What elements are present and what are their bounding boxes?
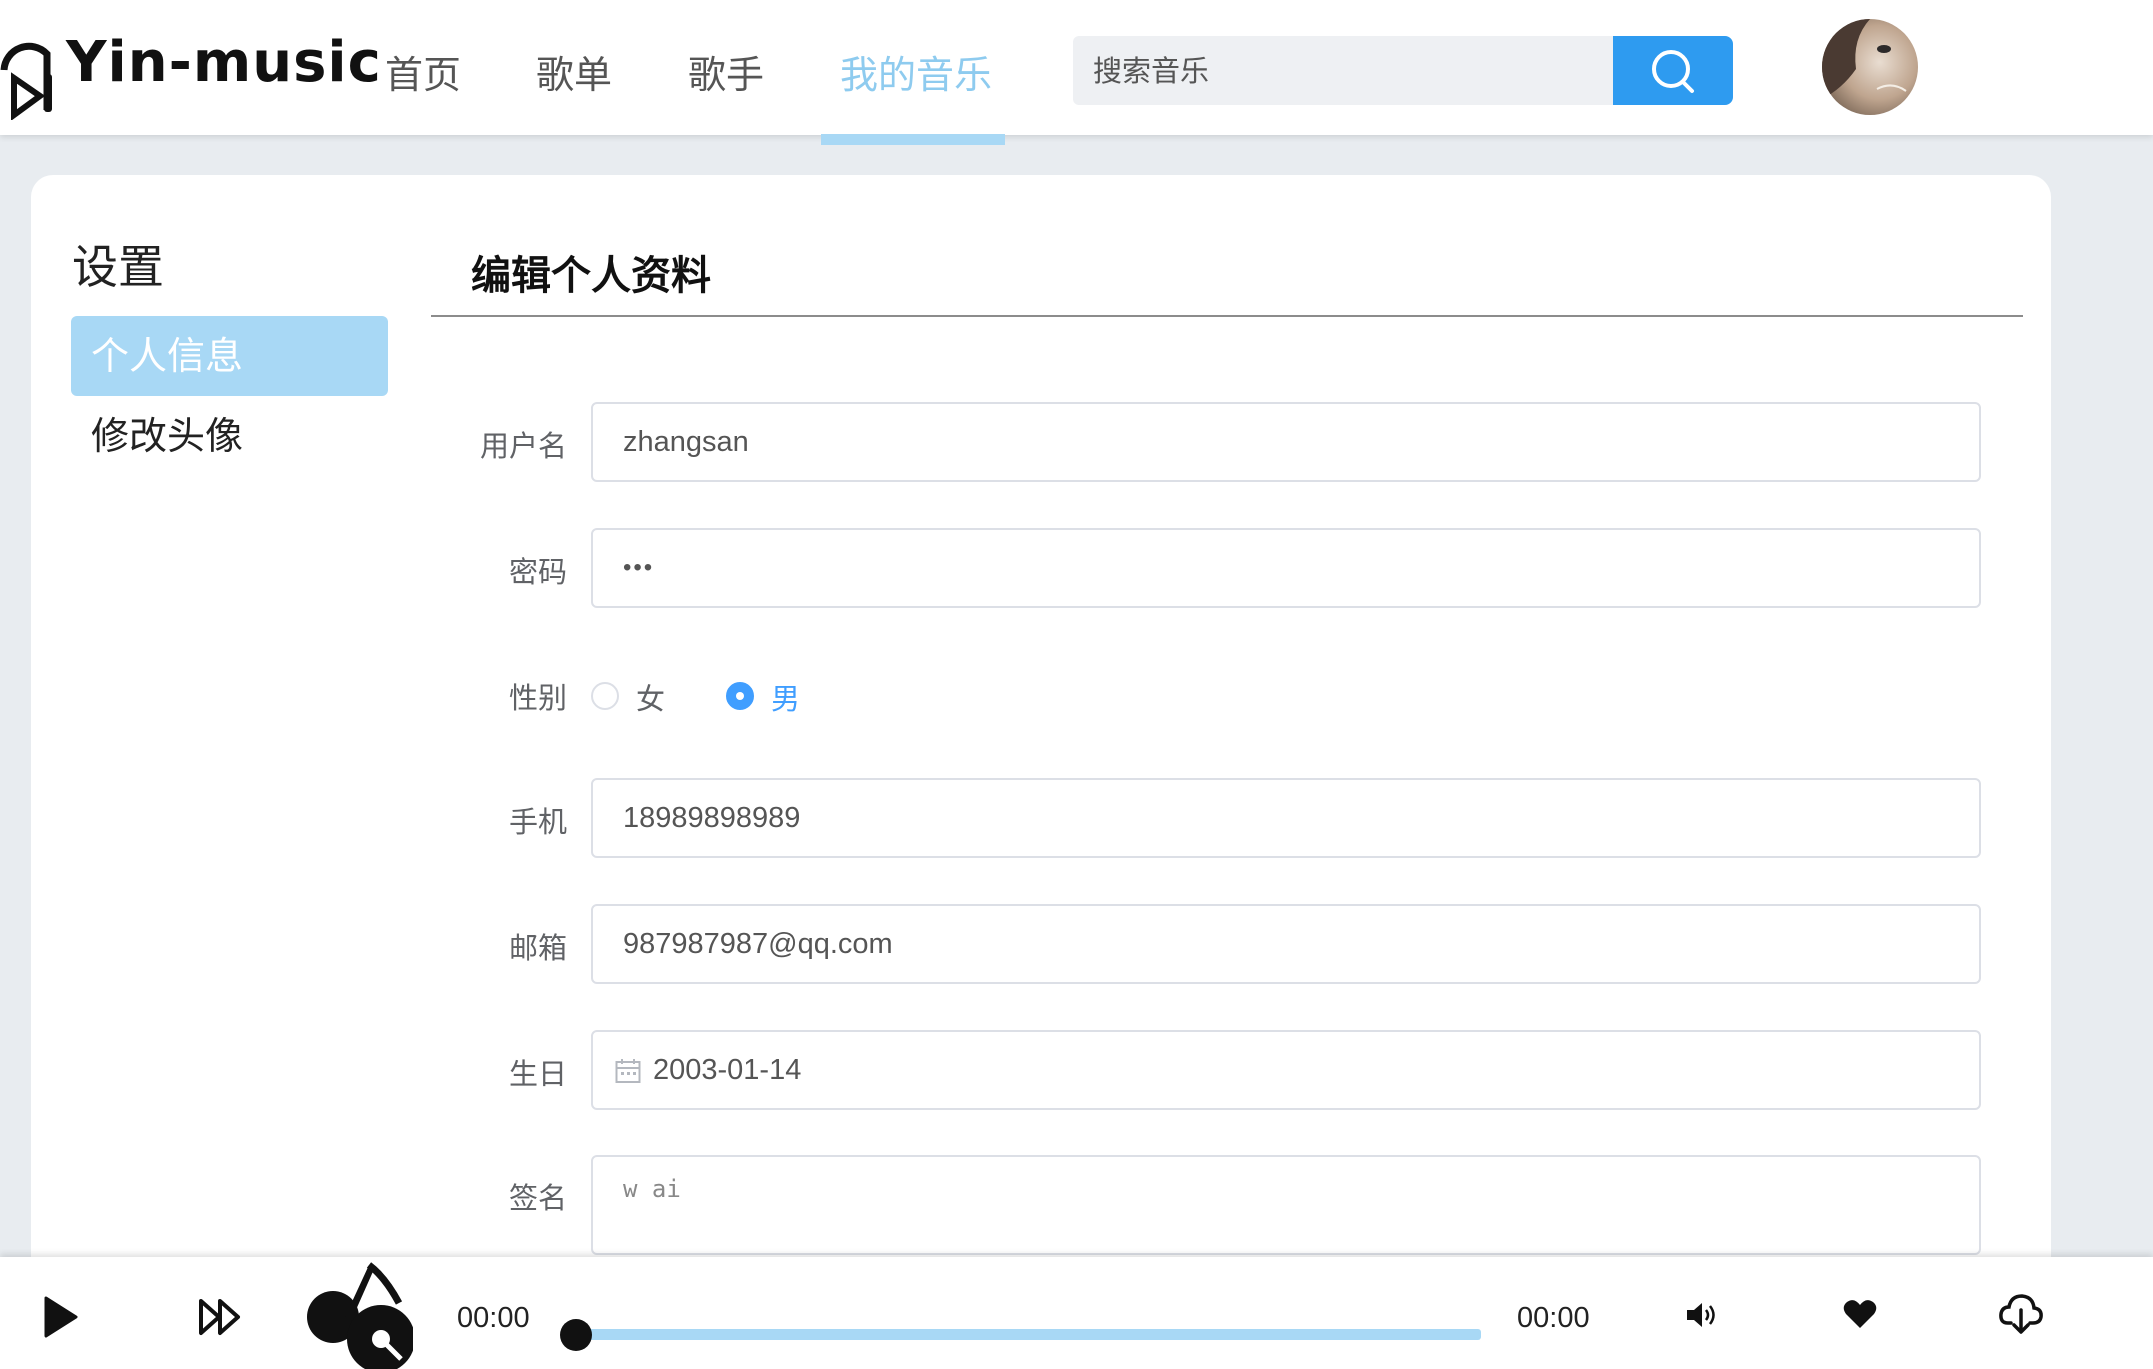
top-header: Yin-music 首页 歌单 歌手 我的音乐: [0, 0, 2153, 135]
calendar-icon: [615, 1059, 641, 1083]
progress-bar[interactable]: [578, 1329, 1481, 1340]
fast-forward-icon[interactable]: [198, 1297, 244, 1337]
birthday-date-picker[interactable]: 2003-01-14: [591, 1030, 1981, 1110]
signature-label: 签名: [508, 1181, 567, 1215]
phone-field[interactable]: 18989898989: [591, 778, 1981, 858]
volume-icon[interactable]: [1685, 1299, 1717, 1331]
username-label: 用户名: [479, 429, 567, 463]
nav-home[interactable]: 首页: [385, 44, 461, 99]
user-avatar[interactable]: [1822, 19, 1918, 115]
birthday-label: 生日: [508, 1057, 567, 1091]
gender-option-label: 女: [636, 682, 666, 716]
password-label: 密码: [508, 555, 567, 589]
title-divider: [431, 315, 2023, 317]
play-icon[interactable]: [42, 1295, 80, 1339]
sidebar-item-personal-info[interactable]: 个人信息: [71, 316, 388, 396]
headphone-logo-icon: [0, 42, 52, 120]
music-disc-icon[interactable]: [303, 1257, 413, 1369]
phone-label: 手机: [508, 805, 567, 839]
radio-circle[interactable]: [591, 682, 619, 710]
gender-option-label: 男: [771, 682, 801, 716]
email-field[interactable]: 987987987@qq.com: [591, 904, 1981, 984]
settings-card: 设置 个人信息 修改头像 编辑个人资料 用户名 zhangsan 密码 ••• …: [31, 175, 2051, 1369]
nav-playlists[interactable]: 歌单: [536, 44, 612, 99]
music-player-bar: 00:00 00:00: [0, 1257, 2153, 1369]
password-field[interactable]: •••: [591, 528, 1981, 608]
birthday-value: 2003-01-14: [653, 1054, 802, 1086]
progress-handle[interactable]: [560, 1319, 592, 1351]
heart-icon[interactable]: [1843, 1299, 1877, 1329]
search-button[interactable]: [1613, 36, 1733, 105]
search-input[interactable]: [1073, 36, 1613, 105]
logo-text[interactable]: Yin-music: [66, 30, 382, 95]
total-time: 00:00: [1517, 1302, 1590, 1334]
signature-textarea[interactable]: w ai: [591, 1155, 1981, 1255]
nav-my-music[interactable]: 我的音乐: [840, 44, 992, 99]
sidebar-item-change-avatar[interactable]: 修改头像: [71, 396, 388, 476]
nav-active-indicator: [821, 134, 1005, 145]
page-title: 编辑个人资料: [471, 253, 711, 299]
email-label: 邮箱: [508, 931, 567, 965]
username-field[interactable]: zhangsan: [591, 402, 1981, 482]
nav-singers[interactable]: 歌手: [688, 44, 764, 99]
current-time: 00:00: [457, 1302, 530, 1334]
avatar-image: [1822, 19, 1918, 115]
download-cloud-icon[interactable]: [1999, 1293, 2043, 1335]
sidebar-title: 设置: [72, 240, 164, 294]
gender-label: 性别: [508, 681, 567, 715]
radio-circle[interactable]: [726, 682, 754, 710]
search-icon: [1652, 50, 1694, 93]
